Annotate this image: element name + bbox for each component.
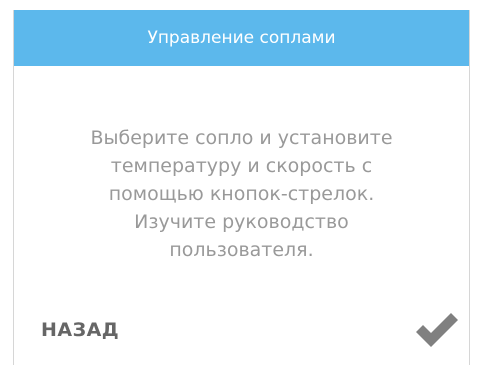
confirm-button[interactable] — [412, 308, 462, 352]
nozzle-control-dialog: Управление соплами Выберите сопло и уста… — [13, 10, 470, 365]
dialog-title: Управление соплами — [147, 28, 336, 48]
back-button[interactable]: НАЗАД — [41, 319, 119, 341]
checkmark-icon — [416, 313, 458, 347]
instruction-message: Выберите сопло и установите температуру … — [90, 127, 393, 261]
dialog-header: Управление соплами — [14, 10, 469, 66]
